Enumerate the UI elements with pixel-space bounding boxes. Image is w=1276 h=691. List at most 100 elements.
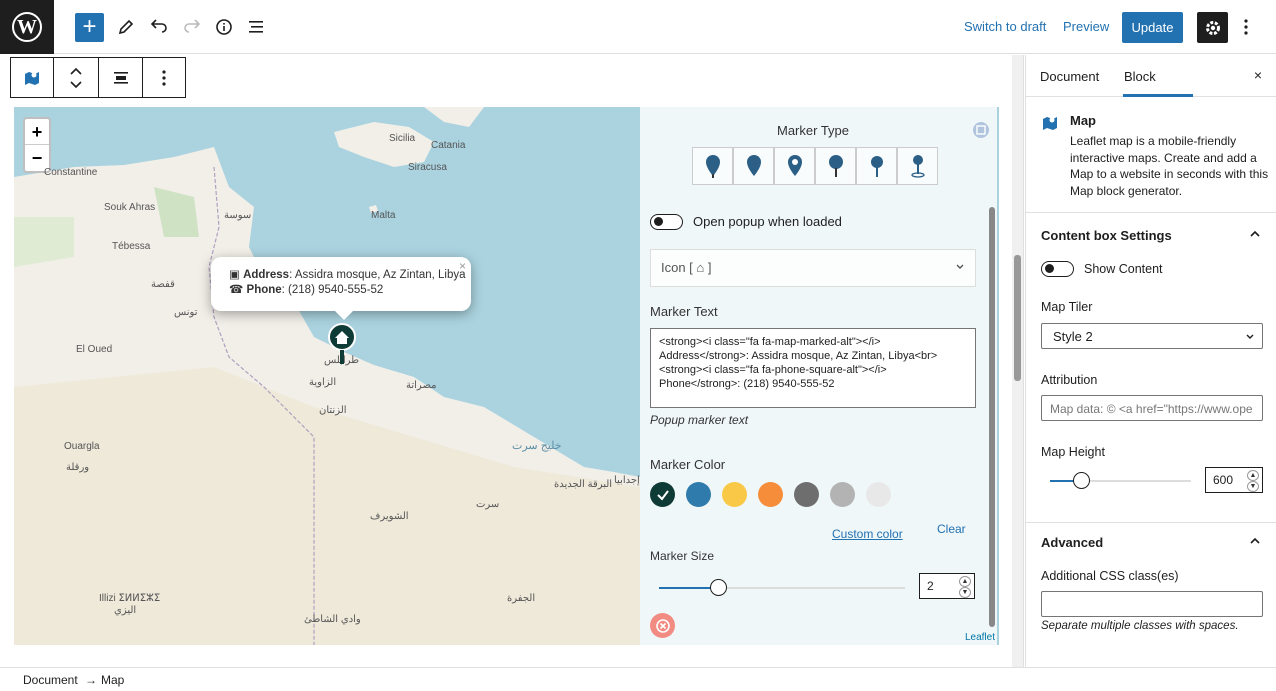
list-view-icon[interactable]	[244, 15, 268, 39]
map-label-zawiya: الزاوية	[309, 377, 337, 388]
color-swatch[interactable]	[794, 482, 819, 507]
close-circle-icon	[655, 618, 670, 633]
marker-type-option-1[interactable]	[692, 147, 733, 185]
save-marker-icon[interactable]	[972, 121, 990, 139]
map-popup: × ▣ Address: Assidra mosque, Az Zintan, …	[211, 257, 471, 311]
editor-scroll-thumb[interactable]	[1014, 255, 1021, 381]
zoom-in-button[interactable]: +	[25, 119, 49, 145]
marker-type-option-5[interactable]	[856, 147, 897, 185]
add-block-button[interactable]: +	[75, 13, 104, 42]
clear-color-button[interactable]: Clear	[937, 522, 966, 536]
advanced-title[interactable]: Advanced	[1041, 535, 1103, 550]
redo-icon[interactable]	[180, 15, 204, 39]
section-divider	[1026, 522, 1276, 523]
map-height-value: 600	[1213, 473, 1234, 487]
marker-size-value: 2	[927, 579, 934, 593]
popup-close-button[interactable]: ×	[459, 259, 466, 274]
active-tab-indicator	[1123, 94, 1193, 97]
remove-marker-button[interactable]	[650, 613, 675, 638]
marker-type-option-4[interactable]	[815, 147, 856, 185]
map-label-ouargla-ar: ورقلة	[66, 462, 90, 473]
map-marker-pin[interactable]	[327, 322, 357, 372]
map-height-slider-thumb[interactable]	[1073, 472, 1091, 489]
popup-address-label: Address	[243, 269, 290, 281]
marker-size-input[interactable]: 2 ▲ ▼	[919, 573, 975, 599]
increment-icon[interactable]: ▲	[959, 576, 971, 587]
align-button[interactable]	[99, 58, 143, 97]
map-label-gulf-sirte: خليج سرت	[512, 440, 562, 452]
decrement-icon[interactable]: ▼	[1247, 481, 1259, 492]
css-class-input[interactable]	[1041, 591, 1263, 617]
block-info-card: Map Leaflet map is a mobile-friendly int…	[1026, 98, 1276, 213]
marker-type-title: Marker Type	[777, 123, 850, 138]
check-icon	[656, 489, 669, 501]
phone-square-icon: ☎	[229, 284, 247, 296]
zoom-controls: + −	[23, 117, 51, 173]
update-button[interactable]: Update	[1122, 12, 1183, 43]
color-swatch[interactable]	[650, 482, 675, 507]
color-swatch[interactable]	[866, 482, 891, 507]
more-options-button[interactable]	[1237, 15, 1255, 39]
panel-scrollbar[interactable]	[989, 207, 995, 627]
tab-block[interactable]: Block	[1124, 69, 1156, 84]
attribution-input[interactable]: Map data: © <a href="https://www.ope	[1041, 395, 1263, 421]
marker-color-label: Marker Color	[650, 457, 726, 472]
marker-text-textarea[interactable]: <strong><i class="fa fa-map-marked-alt">…	[650, 328, 976, 408]
breadcrumb-document[interactable]: Document	[23, 673, 78, 687]
marker-type-option-2[interactable]	[733, 147, 774, 185]
show-content-toggle[interactable]	[1041, 261, 1074, 277]
undo-icon[interactable]	[147, 15, 171, 39]
block-title: Map	[1070, 113, 1096, 128]
color-swatch[interactable]	[686, 482, 711, 507]
tab-document[interactable]: Document	[1040, 69, 1099, 84]
settings-button[interactable]	[1197, 12, 1228, 43]
marker-size-slider-thumb[interactable]	[710, 579, 728, 596]
map-tiler-value: Style 2	[1053, 329, 1093, 344]
open-popup-toggle[interactable]	[650, 214, 683, 230]
marker-text-help: Popup marker text	[650, 413, 749, 427]
map-label-souk-ahras: Souk Ahras	[104, 202, 156, 213]
map-label-sirte: سرت	[476, 499, 500, 510]
map-side-tools	[972, 121, 990, 142]
map-label-catania: Catania	[431, 140, 466, 151]
block-options-button[interactable]	[143, 58, 185, 97]
wordpress-logo-button[interactable]: W	[0, 0, 54, 54]
edit-pencil-icon[interactable]	[114, 15, 138, 39]
chevron-up-down-icon	[70, 67, 82, 88]
block-type-button[interactable]	[11, 58, 54, 97]
map-label-shwayrif: الشويرف	[370, 511, 409, 522]
chevron-up-icon[interactable]	[1249, 535, 1261, 547]
map-label-siracusa: Siracusa	[408, 162, 447, 173]
increment-icon[interactable]: ▲	[1247, 470, 1259, 481]
popup-address-value: : Assidra mosque, Az Zintan, Libya	[289, 269, 466, 281]
map-label-wadi-shati: وادي الشاطئ	[304, 614, 361, 625]
map-label-ajdabiya: إجدابيا	[614, 475, 640, 486]
chevron-up-icon[interactable]	[1249, 228, 1261, 240]
breadcrumb-separator: →	[85, 673, 97, 687]
switch-to-draft-button[interactable]: Switch to draft	[964, 19, 1046, 34]
decrement-icon[interactable]: ▼	[959, 587, 971, 598]
map-height-input[interactable]: 600 ▲ ▼	[1205, 467, 1263, 493]
color-swatch[interactable]	[830, 482, 855, 507]
breadcrumb-map[interactable]: Map	[101, 673, 124, 687]
icon-select[interactable]: Icon [ ⌂ ]	[650, 249, 976, 287]
close-sidebar-button[interactable]: ×	[1254, 67, 1262, 83]
editor-scrollbar[interactable]	[1012, 55, 1024, 667]
move-up-down-button[interactable]	[54, 58, 99, 97]
map-tiler-select[interactable]: Style 2	[1041, 323, 1263, 349]
info-icon[interactable]	[212, 15, 236, 39]
color-swatch[interactable]	[722, 482, 747, 507]
leaflet-map[interactable]: + − Sicilia Catania Siracusa Malta Const…	[14, 107, 999, 645]
block-description: Leaflet map is a mobile-friendly interac…	[1070, 134, 1269, 198]
leaflet-attribution-link[interactable]: Leaflet	[965, 632, 995, 643]
map-label-malta: Malta	[371, 210, 396, 221]
pin-icon	[870, 156, 883, 177]
custom-color-button[interactable]: Custom color	[832, 527, 903, 541]
color-swatch[interactable]	[758, 482, 783, 507]
content-box-settings-title[interactable]: Content box Settings	[1041, 228, 1172, 243]
map-block-icon	[25, 71, 39, 85]
preview-button[interactable]: Preview	[1063, 19, 1109, 34]
marker-type-option-6[interactable]	[897, 147, 938, 185]
popup-address-line: ▣ Address: Assidra mosque, Az Zintan, Li…	[229, 268, 471, 283]
marker-type-option-3[interactable]	[774, 147, 815, 185]
